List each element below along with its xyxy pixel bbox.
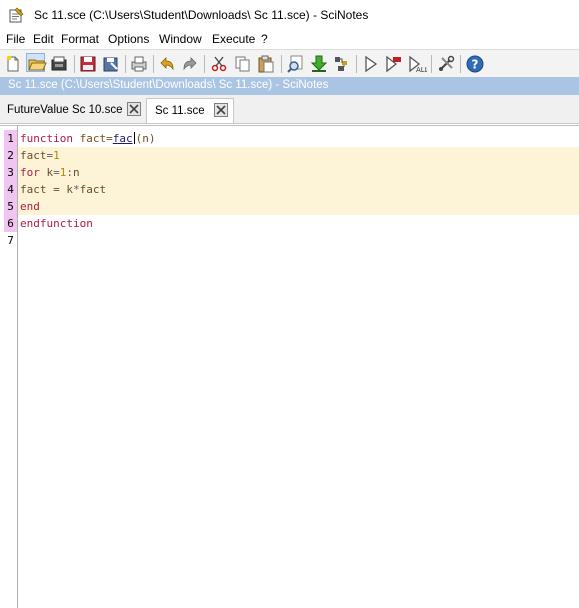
line-number: 6 — [4, 215, 17, 232]
menu-window[interactable]: Window — [159, 32, 202, 46]
operator: = — [53, 166, 60, 179]
code-line-2[interactable]: fact=1 — [18, 147, 579, 164]
text-caret — [133, 132, 135, 144]
number: 1 — [53, 149, 60, 162]
save-and-execute-icon[interactable] — [332, 54, 352, 74]
load-into-scilab-icon[interactable] — [309, 54, 329, 74]
code-line-5[interactable]: end — [18, 198, 579, 215]
window-title: Sc 11.sce (C:\Users\Student\Downloads\ S… — [34, 8, 369, 22]
title-bar: Sc 11.sce (C:\Users\Student\Downloads\ S… — [0, 0, 579, 30]
open-file-icon[interactable] — [26, 53, 47, 72]
find-icon[interactable] — [286, 54, 306, 74]
preferences-icon[interactable] — [436, 54, 456, 74]
scinotes-app-icon — [8, 7, 24, 23]
tab-label: FutureValue Sc 10.sce — [7, 104, 123, 116]
code-text: (n) — [135, 132, 156, 145]
menu-format[interactable]: Format — [61, 32, 99, 46]
variable: fact — [20, 149, 47, 162]
code-text: fact= — [72, 132, 113, 145]
keyword: function — [20, 132, 73, 145]
line-number: 4 — [4, 181, 17, 198]
keyword: end — [20, 200, 40, 213]
operator: : — [66, 166, 73, 179]
print-icon[interactable] — [129, 54, 149, 74]
save-as-icon[interactable] — [101, 54, 121, 74]
paste-icon[interactable] — [256, 54, 276, 74]
document-path-text: Sc 11.sce (C:\Users\Student\Downloads\ S… — [8, 79, 329, 91]
code-editor[interactable]: 1 2 3 4 5 6 7 function fact=fac (n) fact=… — [0, 125, 579, 608]
menu-file[interactable]: File — [6, 32, 25, 46]
svg-text:ALL: ALL — [416, 66, 427, 74]
code-line-4[interactable]: fact = k*fact — [18, 181, 579, 198]
code-text: fact — [79, 183, 107, 196]
svg-text:?: ? — [472, 58, 479, 72]
redo-icon[interactable] — [180, 54, 200, 74]
code-text: fact = k — [20, 183, 73, 196]
close-tab-icon[interactable] — [214, 103, 228, 117]
keyword: endfunction — [20, 217, 93, 230]
variable: k — [39, 166, 54, 179]
code-line-7[interactable] — [18, 232, 579, 249]
menu-bar: File Edit Format Options Window Execute … — [0, 30, 579, 49]
code-line-3[interactable]: for k=1:n — [18, 164, 579, 181]
close-tab-icon[interactable] — [127, 102, 141, 116]
execute-selection-icon[interactable]: ALL — [407, 54, 427, 74]
help-icon[interactable]: ? — [465, 54, 485, 74]
new-file-icon[interactable] — [3, 54, 23, 74]
variable: n — [73, 166, 80, 179]
menu-execute[interactable]: Execute — [212, 32, 255, 46]
tab-sc11[interactable]: Sc 11.sce — [146, 98, 234, 123]
line-number: 2 — [4, 147, 17, 164]
code-line-1[interactable]: function fact=fac (n) — [18, 130, 579, 147]
execute-icon[interactable] — [361, 54, 381, 74]
menu-help[interactable]: ? — [261, 32, 268, 46]
line-number: 1 — [4, 130, 17, 147]
tab-futurevalue-sc10[interactable]: FutureValue Sc 10.sce — [0, 98, 146, 122]
cut-icon[interactable] — [209, 54, 229, 74]
document-path-bar: Sc 11.sce (C:\Users\Student\Downloads\ S… — [0, 77, 579, 95]
line-number-gutter: 1 2 3 4 5 6 7 — [4, 126, 18, 608]
tab-strip: FutureValue Sc 10.sce Sc 11.sce — [0, 95, 579, 124]
save-icon[interactable] — [78, 54, 98, 74]
toolbar: ALL ? — [0, 49, 579, 79]
undo-icon[interactable] — [157, 54, 177, 74]
line-number: 7 — [7, 234, 14, 247]
function-name: fac — [112, 132, 133, 145]
menu-edit[interactable]: Edit — [33, 32, 54, 46]
code-line-6[interactable]: endfunction — [18, 215, 579, 232]
operator: * — [72, 183, 80, 196]
tab-label: Sc 11.sce — [155, 105, 205, 117]
line-number: 5 — [4, 198, 17, 215]
copy-icon[interactable] — [233, 54, 253, 74]
execute-until-caret-icon[interactable] — [384, 54, 404, 74]
open-recent-icon[interactable] — [50, 54, 70, 74]
menu-options[interactable]: Options — [108, 32, 149, 46]
keyword: for — [20, 166, 40, 179]
line-number: 3 — [4, 164, 17, 181]
